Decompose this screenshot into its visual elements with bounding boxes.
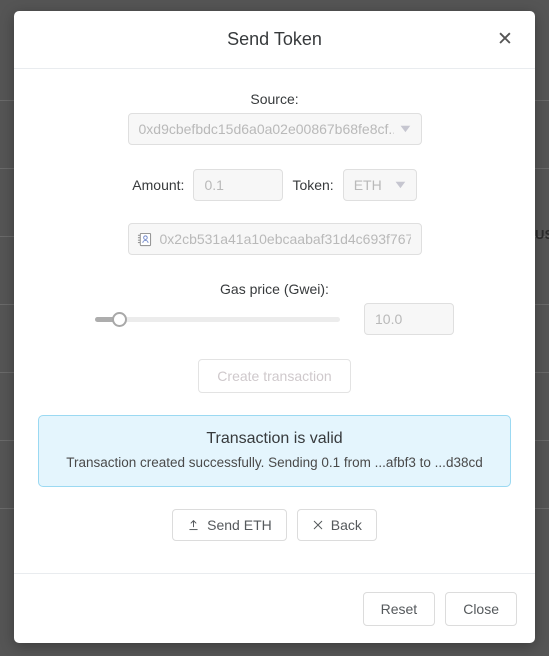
gas-price-slider[interactable] [95, 308, 340, 330]
chevron-down-icon: ▼ [396, 122, 414, 135]
token-select-value: ETH [353, 177, 382, 193]
amount-label: Amount: [132, 177, 185, 193]
send-eth-button[interactable]: Send ETH [172, 509, 287, 541]
send-eth-label: Send ETH [207, 517, 272, 533]
alert-message: Transaction created successfully. Sendin… [66, 455, 483, 470]
action-buttons-row: Send ETH Back [38, 509, 511, 541]
destination-address-value: 0x2cb531a41a10ebcaabaf31d4c693f76785 [159, 231, 411, 247]
close-icon[interactable]: ✕ [491, 26, 519, 54]
back-button[interactable]: Back [296, 509, 377, 541]
destination-row: 0x2cb531a41a10ebcaabaf31d4c693f76785 [38, 223, 511, 255]
source-label: Source: [250, 91, 299, 107]
address-book-icon [137, 232, 151, 246]
background-partial-text: US [535, 227, 549, 242]
amount-token-row: Amount: 0.1 Token: ETH ▼ [38, 169, 511, 201]
transaction-status-alert: Transaction is valid Transaction created… [38, 415, 511, 487]
slider-thumb[interactable] [112, 312, 127, 327]
dialog-header: Send Token ✕ [14, 11, 535, 69]
source-select-value: 0xd9cbefbdc15d6a0a02e00867b68fe8cf... [138, 121, 394, 137]
create-transaction-button[interactable]: Create transaction [198, 359, 351, 393]
gas-price-input[interactable]: 10.0 [364, 303, 454, 335]
alert-title: Transaction is valid [206, 430, 343, 447]
send-token-dialog: Send Token ✕ Source: 0xd9cbefbdc15d6a0a0… [14, 11, 535, 643]
close-button[interactable]: Close [445, 591, 517, 626]
dialog-footer: Reset Close [14, 573, 535, 643]
reset-button[interactable]: Reset [362, 591, 436, 626]
close-icon [313, 520, 322, 530]
slider-track [95, 317, 340, 322]
dialog-body: Source: 0xd9cbefbdc15d6a0a02e00867b68fe8… [14, 69, 535, 573]
amount-input[interactable]: 0.1 [193, 169, 284, 201]
create-transaction-row: Create transaction [38, 359, 511, 393]
gas-price-value: 10.0 [375, 311, 403, 327]
gas-price-label: Gas price (Gwei): [220, 281, 329, 297]
token-label: Token: [292, 177, 334, 193]
back-label: Back [330, 517, 362, 533]
destination-address-input[interactable]: 0x2cb531a41a10ebcaabaf31d4c693f76785 [127, 223, 422, 255]
dialog-title: Send Token [227, 29, 322, 49]
source-row: 0xd9cbefbdc15d6a0a02e00867b68fe8cf... ▼ [38, 113, 511, 145]
token-select[interactable]: ETH ▼ [342, 169, 417, 201]
upload-icon [189, 519, 198, 530]
source-select[interactable]: 0xd9cbefbdc15d6a0a02e00867b68fe8cf... ▼ [127, 113, 422, 145]
amount-input-value: 0.1 [204, 177, 224, 193]
chevron-down-icon: ▼ [392, 178, 409, 191]
gas-price-row: 10.0 [38, 303, 511, 335]
